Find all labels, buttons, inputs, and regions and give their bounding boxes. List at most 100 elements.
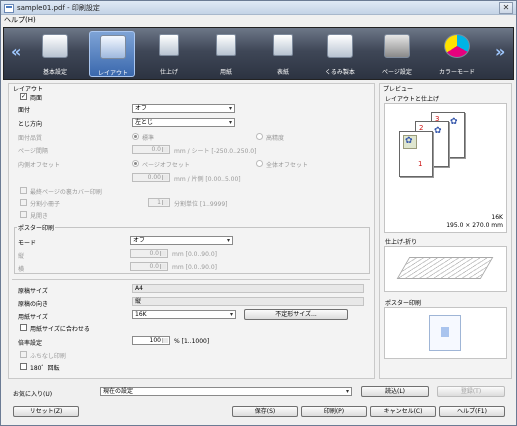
quality-label: 面付品質 [18, 135, 43, 142]
page-offset-radio[interactable] [132, 160, 139, 167]
menu-bar: ヘルプ(H) [1, 15, 516, 25]
scale-stepper[interactable]: 100 [132, 336, 170, 345]
tab-label: ページ設定 [382, 69, 412, 76]
duplex-label: 両面 [30, 95, 43, 102]
fit-to-paper-checkbox[interactable] [20, 324, 27, 331]
window-title: sample01.pdf - 印刷設定 [17, 4, 100, 12]
imposition-select[interactable]: オフ [132, 104, 235, 113]
flower-icon: ✿ [450, 117, 458, 127]
menu-help[interactable]: ヘルプ(H) [4, 15, 36, 25]
tab-toolbar: « » 基本設定 レイアウト 仕上げ 用紙 表紙 くるみ製本 ページ設定 カラー… [3, 27, 514, 80]
layout-preview: 3 ✿ 2 ✿ ✿ 1 16K 195.0 × 270.0 mm [384, 103, 507, 233]
title-bar: sample01.pdf - 印刷設定 ✕ [1, 1, 516, 15]
spread-checkbox[interactable] [20, 211, 27, 218]
tab-label: 表紙 [276, 69, 289, 76]
split-unit-stepper[interactable]: 1 [148, 198, 170, 207]
tab-finishing[interactable]: 仕上げ [146, 31, 192, 77]
offset-stepper[interactable]: 0.00 [132, 173, 170, 182]
quality-standard-radio[interactable] [132, 133, 139, 140]
split-unit-label: 分割単位 [1..9999] [174, 201, 228, 208]
last-page-back-label: 最終ページの裏カバー印刷 [30, 189, 102, 196]
binding-select[interactable]: 左とじ [132, 118, 235, 127]
reset-button[interactable]: リセット(Z) [13, 406, 79, 417]
print-button[interactable]: 印刷(P) [301, 406, 367, 417]
cancel-button[interactable]: キャンセル(C) [370, 406, 436, 417]
binding-label: とじ方向 [18, 121, 43, 128]
close-button[interactable]: ✕ [499, 2, 513, 14]
original-orientation-label: 原稿の向き [18, 301, 49, 308]
tab-label: 仕上げ [159, 69, 178, 76]
poster-tile [441, 327, 449, 337]
poster-mode-label: モード [18, 240, 37, 247]
whole-offset-radio[interactable] [256, 160, 263, 167]
tab-label: カラーモード [438, 69, 475, 76]
paper-size-label: 用紙サイズ [18, 314, 48, 321]
tab-label: くるみ製本 [325, 69, 355, 76]
page-offset-label: ページオフセット [142, 162, 190, 169]
tab-perfect-binding[interactable]: くるみ製本 [317, 31, 363, 77]
quality-high-radio[interactable] [256, 133, 263, 140]
favorites-select[interactable]: 現在の設定 [100, 387, 352, 396]
tab-cover[interactable]: 表紙 [260, 31, 306, 77]
page-settings-icon [384, 34, 410, 58]
tab-color-mode[interactable]: カラーモード [434, 31, 480, 77]
help-button[interactable]: ヘルプ(F1) [439, 406, 505, 417]
tab-label: 用紙 [219, 69, 232, 76]
rotate-180-label: 180゜回転 [30, 365, 60, 372]
tab-label: レイアウト [97, 70, 128, 77]
split-booklet-checkbox[interactable] [20, 199, 27, 206]
original-size-value: A4 [132, 284, 364, 293]
tab-page-settings[interactable]: ページ設定 [374, 31, 420, 77]
imposition-label: 面付 [18, 107, 31, 114]
rotate-180-checkbox[interactable] [20, 363, 27, 370]
perfect-binding-icon [327, 34, 353, 58]
scroll-right-arrow-icon[interactable]: » [495, 42, 505, 61]
scroll-left-arrow-icon[interactable]: « [11, 42, 21, 61]
poster-group-title: ポスター印刷 [17, 223, 56, 232]
page-number-1: 1 [418, 160, 423, 168]
preview-page-1: ✿ 1 [399, 131, 433, 177]
whole-offset-label: 全体オフセット [266, 162, 309, 169]
scale-unit: % [1..1000] [174, 338, 210, 345]
duplex-checkbox[interactable]: ✓ [20, 93, 27, 100]
poster-preview [384, 307, 507, 359]
quality-high-label: 高精度 [266, 135, 285, 142]
layout-finish-label: レイアウトと仕上げ [385, 96, 440, 103]
favorites-label: お気に入り(U) [13, 391, 53, 398]
preview-group-title: プレビュー [382, 84, 415, 93]
page-gap-stepper[interactable]: 0.0 [132, 145, 170, 154]
irregular-size-button[interactable]: 不定形サイズ... [244, 309, 348, 320]
fold-preview [384, 246, 507, 292]
original-size-label: 原稿サイズ [18, 288, 48, 295]
original-orientation-value: 縦 [132, 297, 364, 306]
poster-sheet [429, 315, 461, 351]
save-button[interactable]: 保存(S) [232, 406, 298, 417]
quality-standard-label: 標準 [142, 135, 155, 142]
paper-size-select[interactable]: 16K [132, 310, 236, 319]
poster-vertical-unit: mm [0.0..90.0] [172, 251, 217, 258]
tab-layout[interactable]: レイアウト [89, 31, 135, 77]
paper-icon [216, 34, 236, 56]
poster-horizontal-label: 横 [18, 266, 25, 273]
layout-icon [100, 35, 126, 59]
load-button[interactable]: 読込(L) [361, 386, 429, 397]
last-page-back-checkbox[interactable] [20, 187, 27, 194]
poster-horizontal-stepper[interactable]: 0.0 [130, 262, 168, 271]
fit-to-paper-label: 用紙サイズに合わせる [30, 326, 90, 333]
borderless-checkbox[interactable] [20, 351, 27, 358]
tab-basic-settings[interactable]: 基本設定 [32, 31, 78, 77]
register-button[interactable]: 登録(T) [437, 386, 505, 397]
tab-label: 基本設定 [42, 69, 67, 76]
cover-icon [273, 34, 293, 56]
inner-offset-label: 内側オフセット [18, 162, 61, 169]
page-gap-label: ページ間隔 [18, 148, 48, 155]
flower-icon: ✿ [434, 126, 442, 136]
preview-paper-size: 16K [491, 214, 503, 221]
poster-mode-select[interactable]: オフ [130, 236, 233, 245]
tab-paper[interactable]: 用紙 [203, 31, 249, 77]
page-gap-unit: mm / シート [-250.0..250.0] [174, 148, 257, 155]
split-booklet-label: 分割小冊子 [30, 201, 61, 208]
poster-vertical-stepper[interactable]: 0.0 [130, 249, 168, 258]
poster-horizontal-unit: mm [0.0..90.0] [172, 264, 217, 271]
flower-icon: ✿ [405, 136, 413, 146]
